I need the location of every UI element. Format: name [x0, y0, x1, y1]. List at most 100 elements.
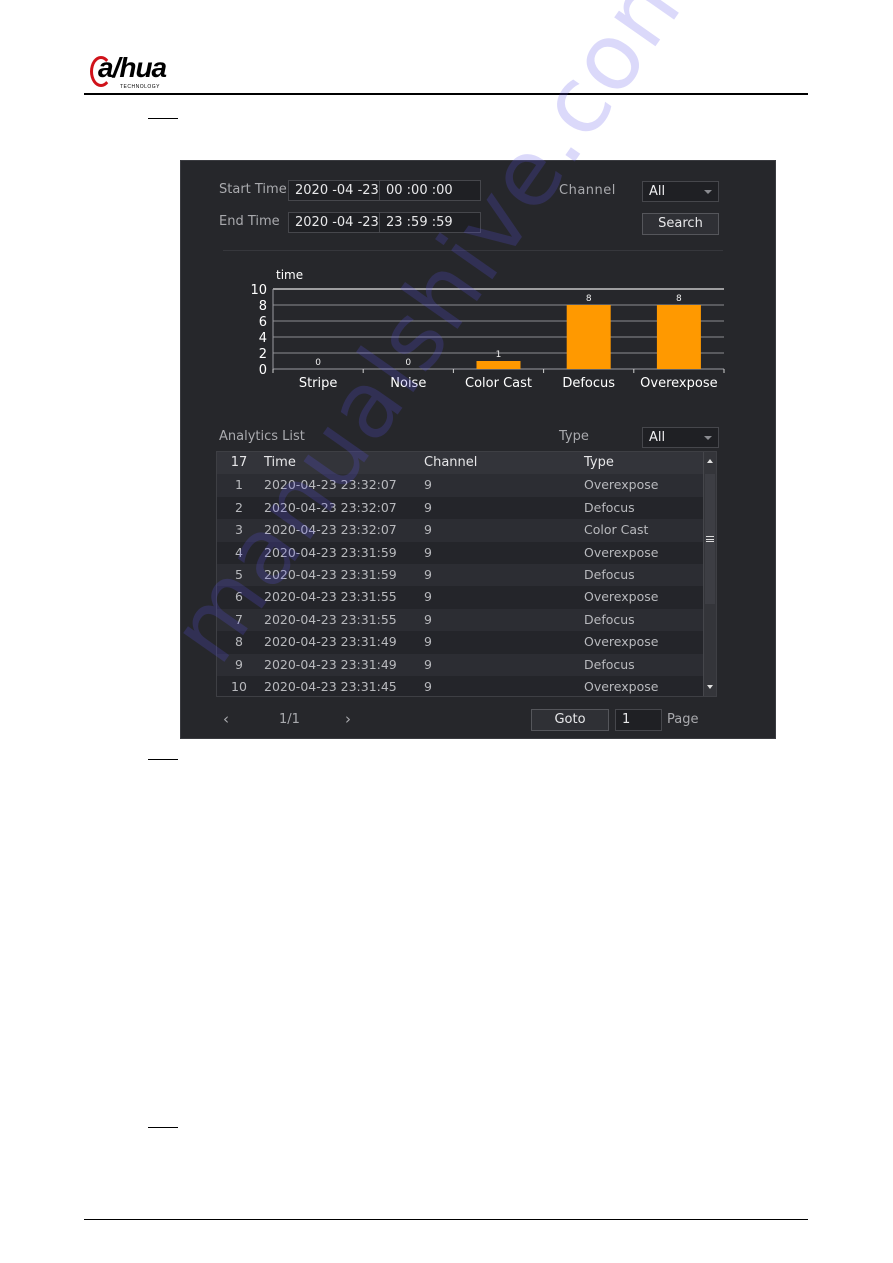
row-time: 2020-04-23 23:31:59 — [264, 567, 397, 582]
row-type: Overexpose — [584, 589, 659, 605]
scroll-down-icon[interactable] — [707, 685, 713, 689]
row-channel: 9 — [424, 679, 432, 694]
table-row[interactable]: 8 2020-04-23 23:31:49 9 Overexpose — [217, 631, 704, 654]
end-time-field[interactable]: 2020 -04 -23 23 :59 :59 — [288, 212, 481, 233]
end-date-value[interactable]: 2020 -04 -23 — [295, 215, 379, 230]
row-type: Defocus — [584, 611, 635, 627]
channel-select-value: All — [649, 184, 666, 199]
end-time-label: End Time — [219, 214, 280, 229]
row-number: 8 — [235, 634, 243, 650]
row-channel: 9 — [424, 656, 432, 672]
analytics-panel: Start Time 2020 -04 -23 00 :00 :00 End T… — [180, 160, 776, 739]
column-header-count: 17 — [230, 455, 248, 470]
table-row[interactable]: 7 2020-04-23 23:31:55 9 Defocus — [217, 608, 704, 632]
row-channel: 9 — [424, 611, 432, 627]
table-scrollbar[interactable] — [703, 452, 716, 696]
row-number: 5 — [235, 567, 243, 582]
row-time: 2020-04-23 23:31:55 — [264, 589, 397, 605]
row-type: Defocus — [584, 499, 635, 515]
page-indicator: 1/1 — [279, 712, 300, 727]
bar-overexpose — [656, 305, 701, 369]
step-marker — [148, 118, 178, 119]
footer-rule — [84, 1219, 808, 1220]
row-number: 10 — [231, 679, 247, 694]
table-row[interactable]: 3 2020-04-23 23:32:07 9 Color Cast — [217, 519, 704, 542]
type-label: Type — [559, 429, 589, 444]
start-clock-value[interactable]: 00 :00 :00 — [386, 181, 453, 200]
x-tick-label: Stripe — [299, 376, 338, 391]
row-number: 3 — [235, 522, 243, 538]
row-channel: 9 — [424, 634, 432, 650]
table-row[interactable]: 5 2020-04-23 23:31:59 9 Defocus — [217, 564, 704, 587]
row-number: 1 — [235, 477, 243, 493]
table-row[interactable]: 2 2020-04-23 23:32:07 9 Defocus — [217, 496, 704, 520]
step-marker — [148, 1127, 178, 1128]
table-header: 17 Time Channel Type — [217, 452, 704, 475]
row-number: 6 — [235, 589, 243, 605]
column-header-channel[interactable]: Channel — [424, 452, 477, 474]
y-tick-label: 4 — [259, 331, 267, 346]
row-time: 2020-04-23 23:32:07 — [264, 477, 397, 493]
type-select-value: All — [649, 430, 666, 445]
search-button[interactable]: Search — [642, 213, 719, 235]
row-time: 2020-04-23 23:32:07 — [264, 499, 397, 515]
end-clock-value[interactable]: 23 :59 :59 — [386, 213, 453, 232]
row-channel: 9 — [424, 499, 432, 515]
start-time-label: Start Time — [219, 182, 287, 197]
row-number: 4 — [235, 544, 243, 560]
row-type: Overexpose — [584, 477, 659, 493]
section-divider — [223, 250, 723, 251]
scroll-up-icon[interactable] — [707, 459, 713, 463]
row-type: Color Cast — [584, 522, 649, 538]
y-tick-label: 2 — [259, 347, 267, 362]
page-input[interactable]: 1 — [615, 709, 662, 731]
scrollbar-thumb[interactable] — [705, 474, 715, 604]
channel-select[interactable]: All — [642, 181, 719, 202]
start-date-value[interactable]: 2020 -04 -23 — [295, 183, 379, 198]
row-time: 2020-04-23 23:31:59 — [264, 544, 397, 560]
y-tick-label: 6 — [259, 315, 267, 330]
next-page-icon[interactable]: › — [345, 710, 351, 728]
row-number: 9 — [235, 656, 243, 672]
type-select[interactable]: All — [642, 427, 719, 448]
row-channel: 9 — [424, 544, 432, 560]
goto-button[interactable]: Goto — [531, 709, 609, 731]
row-type: Defocus — [584, 656, 635, 672]
row-number: 7 — [235, 611, 243, 627]
chevron-down-icon — [704, 190, 712, 194]
table-row[interactable]: 1 2020-04-23 23:32:07 9 Overexpose — [217, 474, 704, 497]
table-row[interactable]: 4 2020-04-23 23:31:59 9 Overexpose — [217, 541, 704, 564]
bar-value-label: 0 — [405, 358, 411, 368]
y-tick-label: 10 — [250, 283, 267, 298]
bar-value-label: 1 — [496, 350, 502, 360]
column-header-time[interactable]: Time — [264, 452, 296, 474]
table-row[interactable]: 9 2020-04-23 23:31:49 9 Defocus — [217, 653, 704, 676]
table-row[interactable]: 6 2020-04-23 23:31:55 9 Overexpose — [217, 586, 704, 609]
bar-value-label: 8 — [586, 294, 592, 304]
logo-subtext: TECHNOLOGY — [120, 84, 161, 90]
bar-defocus — [566, 305, 611, 369]
column-header-type[interactable]: Type — [584, 452, 614, 474]
row-time: 2020-04-23 23:31:55 — [264, 611, 397, 627]
page-input-value[interactable]: 1 — [622, 712, 630, 727]
row-type: Defocus — [584, 567, 635, 582]
row-time: 2020-04-23 23:31:49 — [264, 634, 397, 650]
row-time: 2020-04-23 23:32:07 — [264, 522, 397, 538]
table-row[interactable]: 10 2020-04-23 23:31:45 9 Overexpose — [217, 676, 704, 696]
logo-text: a/hua — [98, 52, 167, 83]
step-marker — [148, 759, 178, 760]
x-tick-label: Defocus — [562, 376, 615, 391]
analytics-list-label: Analytics List — [219, 429, 305, 444]
row-channel: 9 — [424, 477, 432, 493]
dahua-logo: a/hua TECHNOLOGY — [90, 52, 190, 90]
y-tick-label: 0 — [259, 363, 267, 378]
row-type: Overexpose — [584, 544, 659, 560]
x-tick-label: Overexpose — [640, 376, 717, 391]
grip-icon — [706, 536, 714, 542]
start-time-field[interactable]: 2020 -04 -23 00 :00 :00 — [288, 180, 481, 201]
page-label: Page — [667, 712, 699, 727]
row-time: 2020-04-23 23:31:49 — [264, 656, 397, 672]
prev-page-icon[interactable]: ‹ — [223, 710, 229, 728]
header-rule — [84, 93, 808, 95]
y-axis-label: time — [276, 268, 303, 282]
